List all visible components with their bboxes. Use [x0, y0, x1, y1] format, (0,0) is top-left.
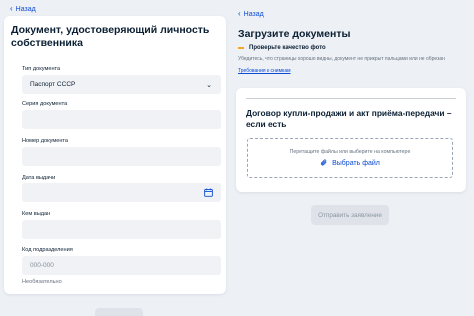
- submit-application-button[interactable]: Отправить заявление: [311, 205, 389, 225]
- issue-date-label: Дата выдачи: [22, 175, 56, 181]
- doc-type-label: Тип документа: [22, 66, 61, 72]
- contract-title: Договор купли-продажи и акт приёма-перед…: [246, 108, 452, 129]
- dropzone-hint: Перетащите файлы или выберите на компьют…: [289, 149, 411, 155]
- file-dropzone[interactable]: Перетащите файлы или выберите на компьют…: [247, 138, 453, 178]
- bullet-marker: [238, 47, 244, 49]
- choose-file-label: Выбрать файл: [332, 159, 380, 167]
- series-label: Серия документа: [22, 101, 68, 107]
- division-code-label: Код подразделения: [22, 247, 73, 253]
- number-label: Номер документа: [22, 138, 69, 144]
- chevron-left-icon: ‹: [238, 9, 241, 18]
- back-link-label: Назад: [243, 10, 264, 18]
- paperclip-icon: [321, 159, 327, 166]
- divider: [246, 98, 456, 99]
- identity-document-card: Документ, удостоверяющий личность собств…: [4, 16, 226, 294]
- photo-requirements-link[interactable]: Требования к снимкам: [238, 68, 291, 74]
- photo-quality-description: Убедитесь, что страницы хорошо видны, до…: [238, 56, 445, 62]
- choose-file-button[interactable]: Выбрать файл: [248, 159, 452, 167]
- back-link-label: Назад: [15, 5, 36, 13]
- series-input[interactable]: [22, 110, 221, 129]
- back-link-left[interactable]: ‹ Назад: [10, 5, 36, 13]
- photo-quality-heading: Проверьте качество фото: [238, 45, 326, 51]
- division-code-input[interactable]: 000-000: [22, 256, 221, 275]
- chevron-down-icon: ⌄: [206, 81, 212, 89]
- issued-by-input[interactable]: [22, 220, 221, 239]
- doc-type-value: Паспорт СССР: [30, 81, 76, 88]
- continue-button[interactable]: [95, 308, 143, 316]
- chevron-left-icon: ‹: [10, 4, 13, 13]
- number-input[interactable]: [22, 147, 221, 166]
- division-code-placeholder: 000-000: [30, 262, 54, 269]
- contract-upload-card: Договор купли-продажи и акт приёма-перед…: [236, 88, 466, 192]
- issue-date-input[interactable]: [22, 183, 221, 202]
- upload-title: Загрузите документы: [238, 28, 351, 40]
- calendar-icon[interactable]: [204, 188, 213, 197]
- back-link-right[interactable]: ‹ Назад: [238, 10, 264, 18]
- page-title: Документ, удостоверяющий личность собств…: [11, 24, 210, 49]
- division-code-hint: Необязательно: [22, 279, 62, 285]
- doc-type-select[interactable]: Паспорт СССР ⌄: [22, 75, 221, 94]
- issued-by-label: Кем выдан: [22, 211, 51, 217]
- photo-quality-title: Проверьте качество фото: [249, 45, 326, 51]
